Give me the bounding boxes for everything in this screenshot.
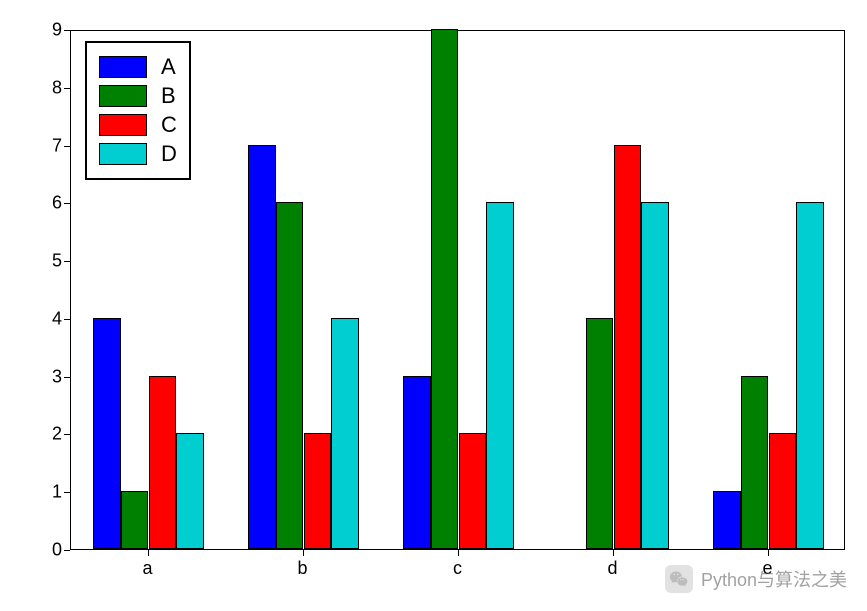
legend-swatch-d bbox=[99, 143, 147, 165]
legend-swatch-b bbox=[99, 85, 147, 107]
watermark-text: Python与算法之美 bbox=[701, 566, 847, 592]
y-tick-label: 0 bbox=[52, 540, 62, 561]
chart-legend: A B C D bbox=[85, 41, 191, 180]
y-axis: 0123456789 bbox=[10, 30, 70, 550]
bar-c-e bbox=[769, 433, 797, 549]
x-tick-label: d bbox=[607, 558, 617, 579]
legend-label-d: D bbox=[161, 141, 177, 167]
y-tick-label: 5 bbox=[52, 251, 62, 272]
bar-b-d bbox=[586, 318, 614, 549]
bar-b-e bbox=[741, 376, 769, 549]
y-tick-label: 8 bbox=[52, 77, 62, 98]
legend-label-a: A bbox=[161, 54, 176, 80]
watermark: Python与算法之美 bbox=[665, 565, 847, 593]
y-tick-label: 4 bbox=[52, 308, 62, 329]
legend-item-b: B bbox=[99, 83, 177, 109]
legend-item-a: A bbox=[99, 54, 177, 80]
bar-d-b bbox=[331, 318, 359, 549]
plot-area: A B C D bbox=[70, 30, 845, 550]
y-tick-label: 6 bbox=[52, 193, 62, 214]
x-tick-label: b bbox=[297, 558, 307, 579]
wechat-icon bbox=[665, 565, 693, 593]
legend-item-c: C bbox=[99, 112, 177, 138]
bar-a-e bbox=[713, 491, 741, 549]
bar-c-d bbox=[614, 145, 642, 549]
bar-b-c bbox=[431, 29, 459, 549]
y-tick-label: 9 bbox=[52, 20, 62, 41]
legend-item-d: D bbox=[99, 141, 177, 167]
bar-a-a bbox=[93, 318, 121, 549]
y-tick-label: 1 bbox=[52, 482, 62, 503]
x-tick-label: a bbox=[142, 558, 152, 579]
bar-d-d bbox=[641, 202, 669, 549]
y-tick-label: 7 bbox=[52, 135, 62, 156]
bar-c-a bbox=[149, 376, 177, 549]
bar-d-c bbox=[486, 202, 514, 549]
y-tick-label: 2 bbox=[52, 424, 62, 445]
bar-b-a bbox=[121, 491, 149, 549]
bar-d-e bbox=[796, 202, 824, 549]
bar-c-c bbox=[459, 433, 487, 549]
legend-swatch-a bbox=[99, 56, 147, 78]
bar-c-b bbox=[304, 433, 332, 549]
bar-d-a bbox=[176, 433, 204, 549]
bar-a-b bbox=[248, 145, 276, 549]
x-tick-label: c bbox=[453, 558, 462, 579]
legend-label-c: C bbox=[161, 112, 177, 138]
y-tick-label: 3 bbox=[52, 366, 62, 387]
bar-a-c bbox=[403, 376, 431, 549]
chart-container: 0123456789 A B C D abcde bbox=[10, 10, 857, 590]
bar-b-b bbox=[276, 202, 304, 549]
legend-label-b: B bbox=[161, 83, 176, 109]
legend-swatch-c bbox=[99, 114, 147, 136]
